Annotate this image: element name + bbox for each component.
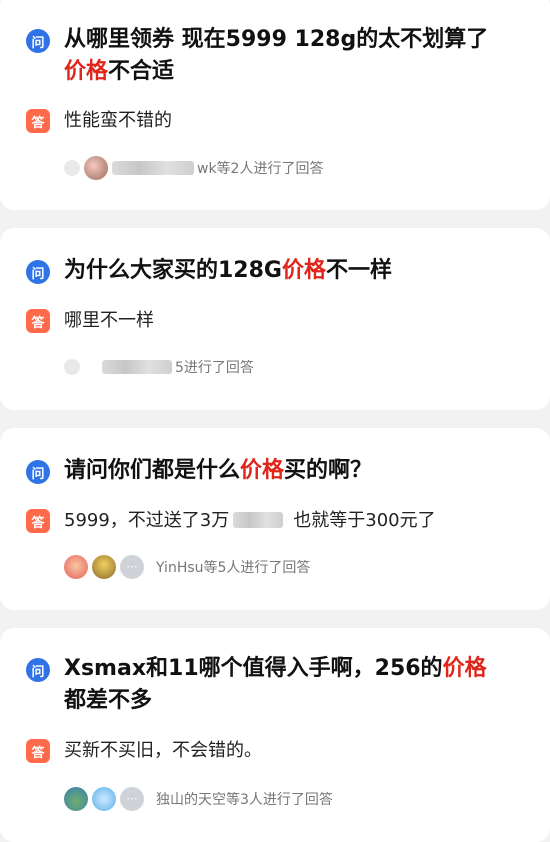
- question-keyword: 价格: [64, 59, 109, 84]
- responders-text: YinHsu等5人进行了回答: [156, 560, 311, 576]
- answer-text: 哪里不一样: [64, 310, 154, 331]
- qa-card[interactable]: 问 为什么大家买的128G价格不一样 答 哪里不一样 5进行了回答: [0, 228, 550, 410]
- question-badge-icon: 问: [26, 29, 50, 53]
- answer-text-part: 也就等于300元了: [293, 510, 436, 531]
- avatar: [64, 555, 88, 579]
- avatar: [64, 787, 88, 811]
- answer-text-part: 5999，不过送了3万: [64, 510, 230, 531]
- question-text[interactable]: 请问你们都是什么价格买的啊？: [64, 455, 532, 487]
- answer-badge-icon: 答: [26, 309, 50, 333]
- question-text-part: 都差不多: [64, 688, 153, 713]
- question-text-part: 从哪里领券 现在5999 128g的太不划算了: [64, 27, 489, 52]
- responders-row[interactable]: 5进行了回答: [64, 354, 532, 380]
- question-text[interactable]: 从哪里领券 现在5999 128g的太不划算了 价格不合适: [64, 24, 532, 88]
- avatar: [64, 160, 80, 176]
- qa-card[interactable]: 问 Xsmax和11哪个值得入手啊，256的价格都差不多 答 买新不买旧，不会错…: [0, 628, 550, 842]
- question-badge-icon: 问: [26, 460, 50, 484]
- question-keyword: 价格: [442, 656, 487, 681]
- answer-text: 5999，不过送了3万 也就等于300元了: [64, 508, 532, 534]
- answer-badge-icon: 答: [26, 509, 50, 533]
- answer-badge-icon: 答: [26, 109, 50, 133]
- question-text-part: 请问你们都是什么: [64, 458, 241, 483]
- question-text-part: 不合适: [108, 59, 175, 84]
- responders-text: 独山的天空等3人进行了回答: [156, 792, 333, 808]
- question-text-part: 买的啊？: [284, 458, 373, 483]
- question-text-part: 不一样: [326, 258, 393, 283]
- more-avatars-icon: ···: [120, 555, 144, 579]
- question-keyword: 价格: [240, 458, 285, 483]
- question-text[interactable]: Xsmax和11哪个值得入手啊，256的价格都差不多: [64, 653, 532, 717]
- redacted-username: [112, 161, 194, 175]
- responders-text: wk等2人进行了回答: [197, 161, 324, 177]
- avatar: [64, 359, 80, 375]
- responders-row[interactable]: wk等2人进行了回答: [64, 155, 532, 181]
- avatar: [92, 787, 116, 811]
- answer-text: 性能蛮不错的: [64, 110, 172, 131]
- avatar: [84, 156, 108, 180]
- avatar: [92, 555, 116, 579]
- answer-badge-icon: 答: [26, 739, 50, 763]
- redacted-text: [233, 512, 284, 528]
- more-avatars-icon: ···: [120, 787, 144, 811]
- question-keyword: 价格: [281, 258, 326, 283]
- question-text-part: 为什么大家买的128G: [64, 258, 282, 283]
- question-badge-icon: 问: [26, 658, 50, 682]
- responders-row[interactable]: ··· 独山的天空等3人进行了回答: [64, 786, 532, 812]
- qa-card[interactable]: 问 请问你们都是什么价格买的啊？ 答 5999，不过送了3万 也就等于300元了 …: [0, 428, 550, 610]
- responders-row[interactable]: ··· YinHsu等5人进行了回答: [64, 554, 532, 580]
- redacted-username: [102, 360, 172, 374]
- question-text[interactable]: 为什么大家买的128G价格不一样: [64, 255, 532, 287]
- answer-text: 买新不买旧，不会错的。: [64, 740, 262, 761]
- question-text-part: Xsmax和11哪个值得入手啊，256的: [64, 656, 443, 681]
- responders-text: 5进行了回答: [175, 360, 254, 376]
- question-badge-icon: 问: [26, 260, 50, 284]
- qa-card[interactable]: 问 从哪里领券 现在5999 128g的太不划算了 价格不合适 答 性能蛮不错的 …: [0, 0, 550, 210]
